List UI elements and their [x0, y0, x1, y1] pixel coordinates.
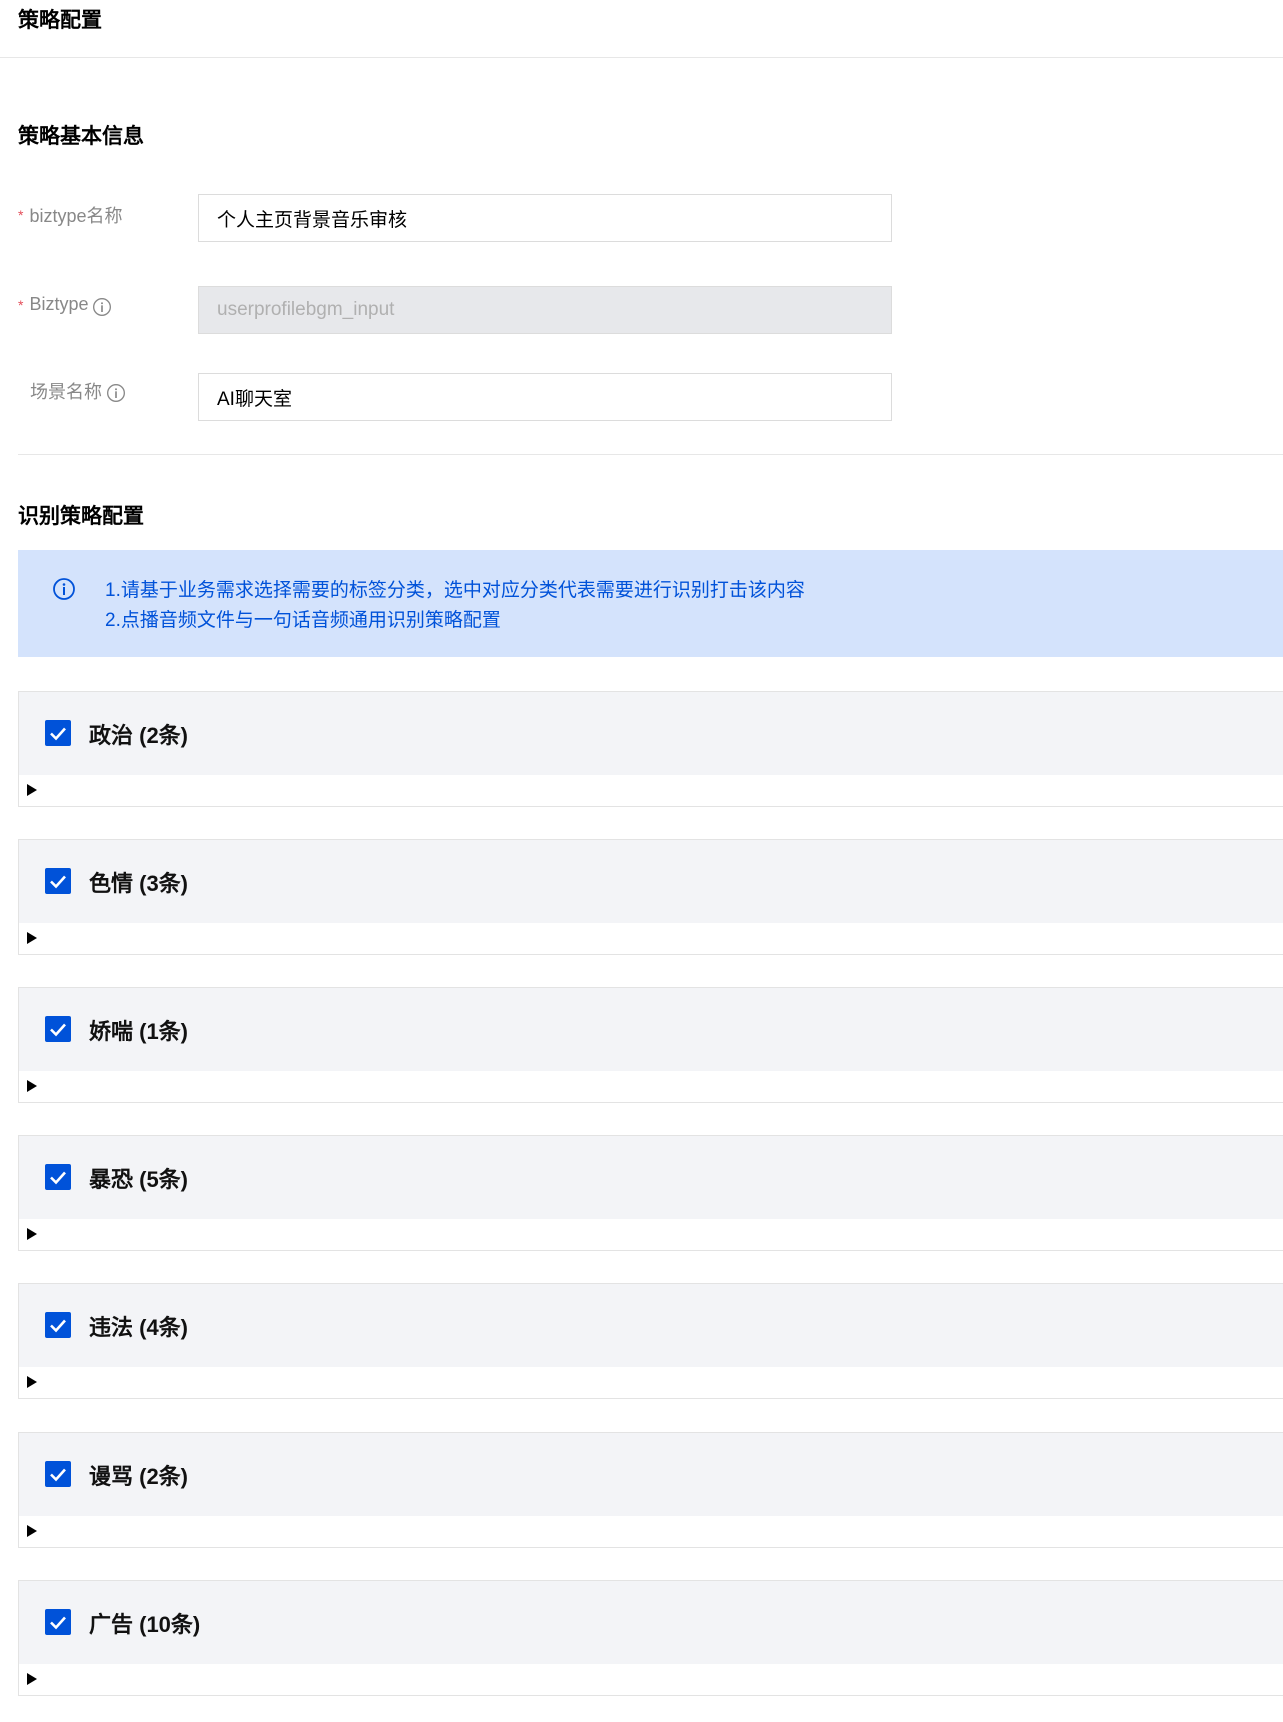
- expand-arrow-icon[interactable]: [27, 932, 37, 944]
- expand-arrow-icon[interactable]: [27, 784, 37, 796]
- category-title: 违法 (4条): [89, 1315, 189, 1340]
- category-moan: 娇喘 (1条): [18, 987, 1283, 1103]
- category-politics: 政治 (2条): [18, 691, 1283, 807]
- info-icon[interactable]: [106, 381, 126, 402]
- expand-arrow-icon[interactable]: [27, 1080, 37, 1092]
- biztype-input[interactable]: userprofilebgm_input: [198, 286, 892, 334]
- biztype-label: * Biztype: [18, 294, 112, 316]
- scene-name-label-text: 场景名称: [30, 382, 102, 402]
- notice-banner: 1.请基于业务需求选择需要的标签分类，选中对应分类代表需要进行识别打击该内容 2…: [18, 550, 1283, 657]
- expand-arrow-icon[interactable]: [27, 1376, 37, 1388]
- category-title: 政治 (2条): [89, 723, 189, 748]
- category-title: 娇喘 (1条): [89, 1019, 189, 1044]
- category-header[interactable]: 违法 (4条): [19, 1284, 1283, 1367]
- biztype-name-input[interactable]: 个人主页背景音乐审核: [198, 194, 892, 242]
- category-checkbox[interactable]: [45, 1609, 71, 1635]
- category-header[interactable]: 色情 (3条): [19, 840, 1283, 923]
- category-header[interactable]: 暴恐 (5条): [19, 1136, 1283, 1219]
- category-abuse: 谩骂 (2条): [18, 1432, 1283, 1548]
- category-header[interactable]: 娇喘 (1条): [19, 988, 1283, 1071]
- category-checkbox[interactable]: [45, 1461, 71, 1487]
- category-illegal: 违法 (4条): [18, 1283, 1283, 1399]
- info-icon[interactable]: [92, 295, 112, 316]
- page-title: 策略配置: [18, 9, 102, 32]
- page-header: 策略配置: [0, 0, 1283, 58]
- category-checkbox[interactable]: [45, 1312, 71, 1338]
- expand-arrow-icon[interactable]: [27, 1525, 37, 1537]
- required-mark: *: [18, 296, 24, 313]
- category-header[interactable]: 谩骂 (2条): [19, 1433, 1283, 1516]
- required-mark: *: [18, 207, 24, 223]
- basic-info-section-title: 策略基本信息: [18, 125, 144, 148]
- category-porn: 色情 (3条): [18, 839, 1283, 955]
- category-checkbox[interactable]: [45, 720, 71, 746]
- notice-line: 1.请基于业务需求选择需要的标签分类，选中对应分类代表需要进行识别打击该内容: [105, 580, 805, 601]
- biztype-name-label-text: biztype名称: [29, 206, 123, 226]
- category-ads: 广告 (10条): [18, 1580, 1283, 1696]
- expand-arrow-icon[interactable]: [27, 1673, 37, 1685]
- category-title: 色情 (3条): [89, 871, 189, 896]
- category-terror: 暴恐 (5条): [18, 1135, 1283, 1251]
- notice-line: 2.点播音频文件与一句话音频通用识别策略配置: [105, 610, 501, 631]
- category-header[interactable]: 政治 (2条): [19, 692, 1283, 775]
- info-circle-icon: [52, 577, 76, 601]
- category-checkbox[interactable]: [45, 1164, 71, 1190]
- scene-name-label: 场景名称: [30, 378, 126, 404]
- recognition-section-title: 识别策略配置: [18, 505, 144, 528]
- category-title: 谩骂 (2条): [89, 1464, 189, 1489]
- category-title: 暴恐 (5条): [89, 1167, 189, 1192]
- expand-arrow-icon[interactable]: [27, 1228, 37, 1240]
- category-title: 广告 (10条): [89, 1612, 201, 1637]
- section-divider: [18, 454, 1283, 455]
- category-checkbox[interactable]: [45, 1016, 71, 1042]
- scene-name-input[interactable]: AI聊天室: [198, 373, 892, 421]
- biztype-label-text: Biztype: [29, 294, 89, 314]
- category-header[interactable]: 广告 (10条): [19, 1581, 1283, 1664]
- category-checkbox[interactable]: [45, 868, 71, 894]
- biztype-name-label: * biztype名称: [18, 202, 123, 228]
